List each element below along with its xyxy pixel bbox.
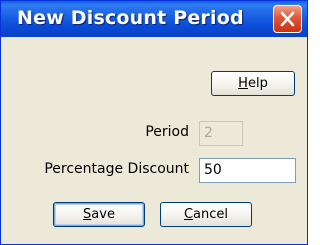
help-mnemonic: H — [238, 76, 248, 91]
percentage-discount-field[interactable]: 50 — [199, 158, 296, 183]
dialog-body: Help Period 2 Percentage Discount 50 Sav… — [1, 37, 307, 244]
close-icon — [280, 11, 295, 27]
percentage-discount-label: Percentage Discount — [44, 161, 189, 177]
period-field: 2 — [199, 121, 243, 146]
period-label: Period — [145, 124, 189, 140]
cancel-mnemonic: C — [183, 207, 194, 222]
save-button[interactable]: Save — [53, 202, 145, 227]
close-button[interactable] — [273, 5, 302, 33]
cancel-label-rest: ancel — [193, 207, 229, 222]
window-title: New Discount Period — [17, 7, 244, 29]
save-label-rest: ave — [91, 207, 115, 222]
title-bar[interactable]: New Discount Period — [1, 1, 307, 37]
dialog-window: New Discount Period Help Period 2 Percen… — [0, 0, 308, 245]
help-button[interactable]: Help — [211, 71, 295, 96]
help-label-rest: elp — [247, 76, 268, 91]
cancel-button[interactable]: Cancel — [160, 202, 252, 227]
